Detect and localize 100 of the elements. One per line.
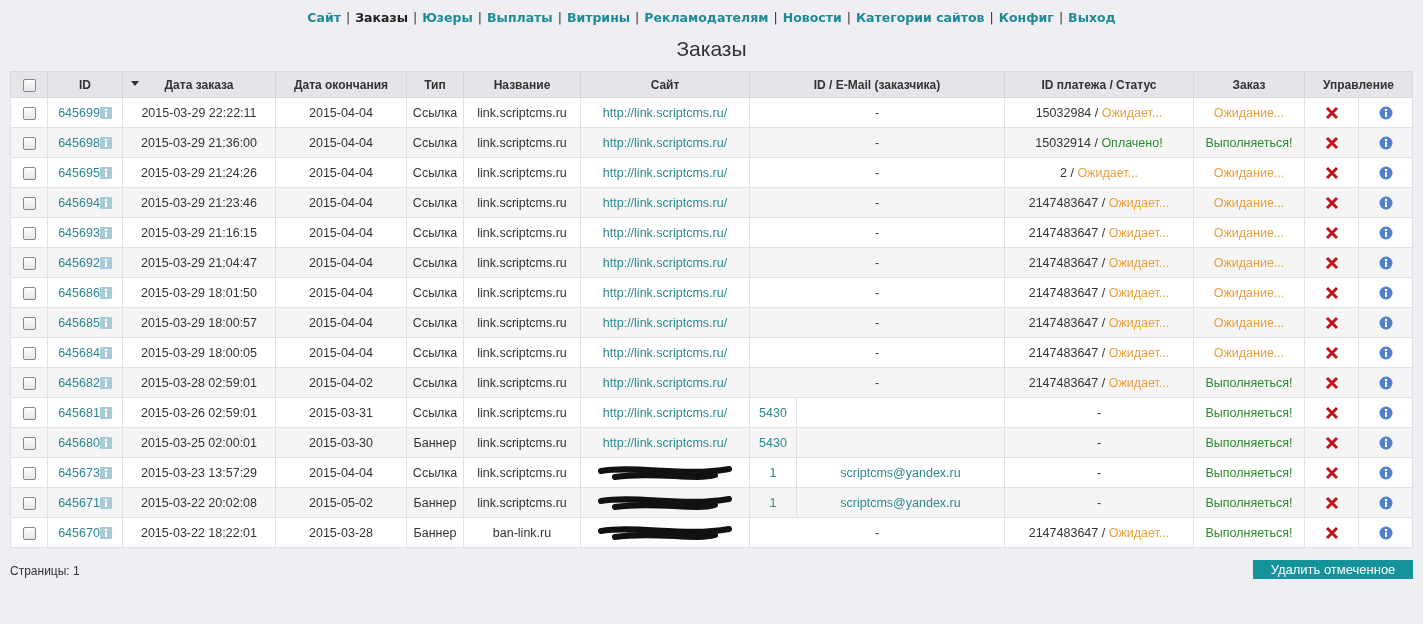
order-status: Ожидание...: [1193, 247, 1305, 278]
delete-icon[interactable]: [1324, 255, 1339, 270]
delete-icon[interactable]: [1324, 495, 1339, 510]
column-header[interactable]: Заказ: [1193, 71, 1305, 98]
pages-label: Страницы: 1: [10, 563, 80, 578]
customer-id-link[interactable]: 1: [769, 495, 777, 510]
info-icon[interactable]: [1378, 105, 1393, 120]
row-checkbox[interactable]: [22, 346, 36, 360]
column-header[interactable]: ID платежа / Статус: [1004, 71, 1194, 98]
delete-icon[interactable]: [1324, 345, 1339, 360]
nav-separator: |: [773, 10, 778, 25]
nav-link[interactable]: Новости: [782, 10, 842, 25]
nav-link[interactable]: Сайт: [307, 10, 341, 25]
table-cell: 2015-04-04: [275, 307, 407, 338]
table-cell: Ссылка: [406, 127, 464, 158]
select-all-checkbox[interactable]: [22, 78, 36, 92]
nav-separator: |: [477, 10, 483, 25]
payment-status-cell: 2147483647 / Ожидает...: [1004, 217, 1194, 248]
payment-status-cell: 2147483647 / Ожидает...: [1004, 187, 1194, 218]
table-cell: 2015-04-04: [275, 277, 407, 308]
column-header[interactable]: Тип: [406, 71, 464, 98]
delete-icon[interactable]: [1324, 135, 1339, 150]
row-checkbox[interactable]: [22, 316, 36, 330]
nav-link[interactable]: Витрины: [566, 10, 631, 25]
table-cell: link.scriptcms.ru: [463, 487, 581, 518]
row-checkbox[interactable]: [22, 136, 36, 150]
delete-icon[interactable]: [1324, 465, 1339, 480]
nav-link[interactable]: Заказы: [355, 10, 408, 25]
column-header[interactable]: Название: [463, 71, 581, 98]
info-icon[interactable]: [1378, 195, 1393, 210]
payment-status-cell: 2147483647 / Ожидает...: [1004, 307, 1194, 338]
row-checkbox[interactable]: [22, 226, 36, 240]
nav-link[interactable]: Категории сайтов: [855, 10, 985, 25]
table-cell: link.scriptcms.ru: [463, 337, 581, 368]
table-cell: -: [749, 217, 1005, 248]
row-checkbox[interactable]: [22, 166, 36, 180]
info-icon[interactable]: [1378, 465, 1393, 480]
nav-link[interactable]: Юзеры: [422, 10, 473, 25]
table-cell: 2015-04-04: [275, 157, 407, 188]
info-icon[interactable]: [1378, 435, 1393, 450]
table-cell: -: [1004, 397, 1194, 428]
row-checkbox[interactable]: [22, 436, 36, 450]
row-checkbox[interactable]: [22, 406, 36, 420]
column-header[interactable]: Дата заказа: [122, 71, 276, 98]
info-icon[interactable]: [1378, 135, 1393, 150]
table-cell: 2015-03-30: [275, 427, 407, 458]
row-checkbox[interactable]: [22, 286, 36, 300]
column-header[interactable]: ID: [47, 71, 123, 98]
payment-status-cell: 15032984 / Ожидает...: [1004, 97, 1194, 128]
row-checkbox[interactable]: [22, 496, 36, 510]
info-icon[interactable]: [1378, 525, 1393, 540]
nav-link[interactable]: Рекламодателям: [644, 10, 769, 25]
column-header[interactable]: Дата окончания: [275, 71, 407, 98]
row-checkbox[interactable]: [22, 466, 36, 480]
row-checkbox[interactable]: [22, 106, 36, 120]
table-cell: 2015-04-04: [275, 187, 407, 218]
info-icon[interactable]: [1378, 495, 1393, 510]
table-cell: link.scriptcms.ru: [463, 307, 581, 338]
delete-icon[interactable]: [1324, 375, 1339, 390]
table-cell: 2015-03-28 02:59:01: [122, 367, 276, 398]
delete-icon[interactable]: [1324, 225, 1339, 240]
info-icon[interactable]: [1378, 375, 1393, 390]
row-checkbox[interactable]: [22, 196, 36, 210]
info-icon[interactable]: [1378, 255, 1393, 270]
table-cell: -: [1004, 457, 1194, 488]
table-cell: 2015-04-04: [275, 247, 407, 278]
nav-link[interactable]: Конфиг: [998, 10, 1054, 25]
delete-icon[interactable]: [1324, 285, 1339, 300]
column-header[interactable]: Сайт: [580, 71, 750, 98]
delete-icon[interactable]: [1324, 435, 1339, 450]
row-checkbox[interactable]: [22, 526, 36, 540]
info-icon[interactable]: [1378, 285, 1393, 300]
column-header[interactable]: ID / E-Mail (заказчика): [749, 71, 1005, 98]
info-icon[interactable]: [1378, 345, 1393, 360]
customer-id-link[interactable]: 1: [769, 465, 777, 480]
info-icon[interactable]: [1378, 225, 1393, 240]
info-icon[interactable]: [1378, 165, 1393, 180]
info-icon[interactable]: [1378, 405, 1393, 420]
delete-icon[interactable]: [1324, 195, 1339, 210]
order-status: Ожидание...: [1193, 307, 1305, 338]
delete-icon[interactable]: [1324, 165, 1339, 180]
table-cell: 2015-03-29 21:16:15: [122, 217, 276, 248]
table-cell: -: [749, 127, 1005, 158]
table-cell: Баннер: [406, 517, 464, 548]
table-cell: link.scriptcms.ru: [463, 97, 581, 128]
delete-icon[interactable]: [1324, 405, 1339, 420]
table-cell: link.scriptcms.ru: [463, 157, 581, 188]
delete-icon[interactable]: [1324, 315, 1339, 330]
delete-icon[interactable]: [1324, 105, 1339, 120]
delete-selected-button[interactable]: Удалить отмеченное: [1253, 560, 1413, 579]
table-cell: 2015-03-26 02:59:01: [122, 397, 276, 428]
row-checkbox[interactable]: [22, 376, 36, 390]
table-cell: 2015-04-04: [275, 457, 407, 488]
column-header[interactable]: Управление: [1304, 71, 1413, 98]
nav-link[interactable]: Выход: [1068, 10, 1116, 25]
delete-icon[interactable]: [1324, 525, 1339, 540]
info-icon[interactable]: [1378, 315, 1393, 330]
nav-link[interactable]: Выплаты: [487, 10, 553, 25]
table-cell: link.scriptcms.ru: [463, 217, 581, 248]
row-checkbox[interactable]: [22, 256, 36, 270]
